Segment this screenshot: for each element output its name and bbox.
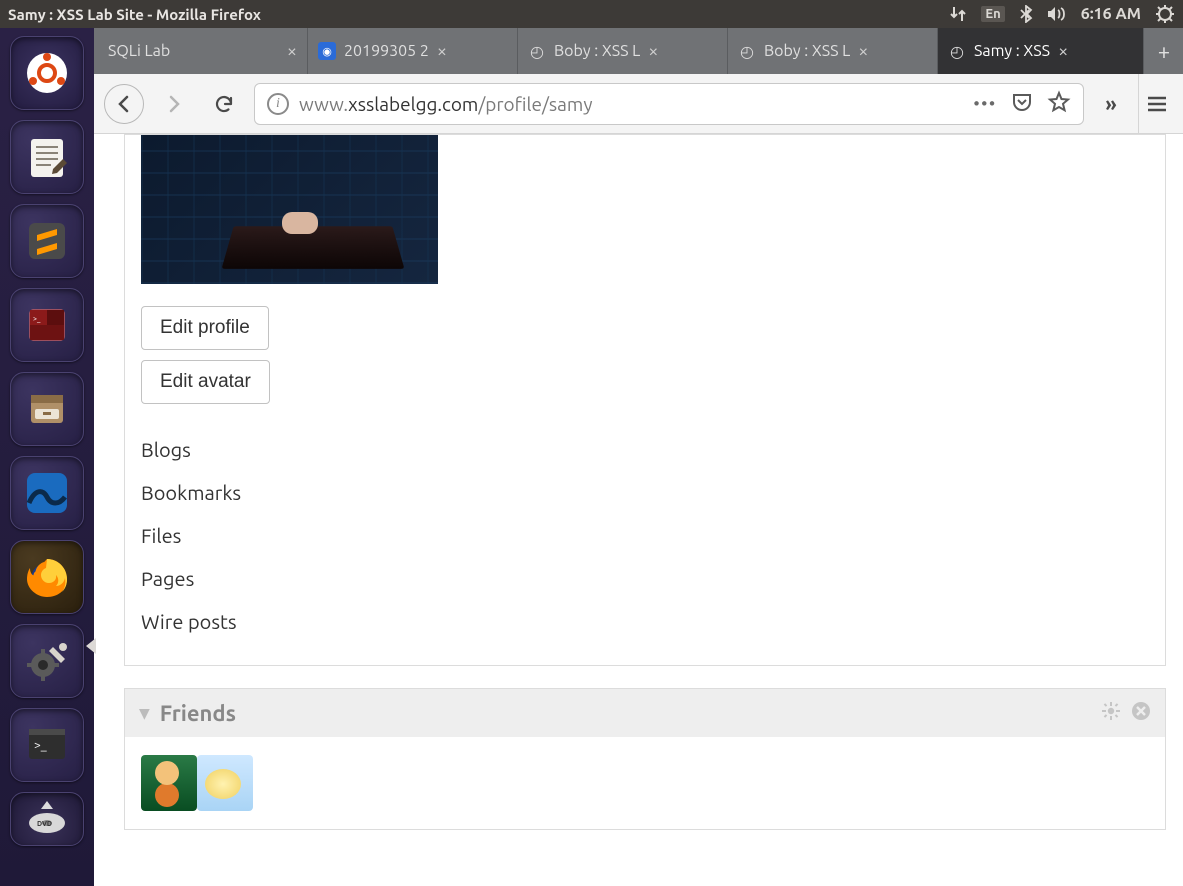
nav-toolbar: i www.xsslabelgg.com/profile/samy ••• »	[94, 74, 1183, 134]
url-prefix: www.	[299, 93, 348, 115]
sublime-text-icon[interactable]	[10, 204, 84, 278]
system-top-bar: Samy : XSS Lab Site - Mozilla Firefox En…	[0, 0, 1183, 28]
favicon-icon: ◴	[528, 42, 546, 60]
pocket-icon[interactable]	[1011, 91, 1033, 117]
firefox-icon[interactable]	[10, 540, 84, 614]
overflow-button[interactable]: »	[1094, 84, 1128, 124]
svg-text:DVD: DVD	[37, 820, 52, 828]
file-manager-icon[interactable]	[10, 372, 84, 446]
friends-header[interactable]: ▼ Friends	[125, 689, 1165, 737]
tab-20199305[interactable]: ◉ 20199305 2 ×	[308, 28, 518, 74]
unity-launcher: >_ >_ DVD	[0, 28, 94, 886]
gear-icon[interactable]	[1101, 701, 1121, 725]
forward-button[interactable]	[154, 84, 194, 124]
reload-button[interactable]	[204, 84, 244, 124]
clock[interactable]: 6:16 AM	[1081, 5, 1141, 23]
dash-home-icon[interactable]	[10, 36, 84, 110]
close-icon[interactable]: ×	[858, 42, 868, 60]
favicon-icon: ◴	[948, 42, 966, 60]
terminal-icon[interactable]: >_	[10, 708, 84, 782]
link-blogs[interactable]: Blogs	[141, 428, 461, 471]
text-editor-icon[interactable]	[10, 120, 84, 194]
edit-profile-button[interactable]: Edit profile	[141, 306, 269, 350]
link-bookmarks[interactable]: Bookmarks	[141, 471, 461, 514]
firefox-window: SQLi Lab × ◉ 20199305 2 × ◴ Boby : XSS L…	[94, 28, 1183, 886]
tab-strip: SQLi Lab × ◉ 20199305 2 × ◴ Boby : XSS L…	[94, 28, 1183, 74]
close-widget-icon[interactable]	[1131, 701, 1151, 725]
network-updown-icon[interactable]	[949, 5, 967, 23]
power-gear-icon[interactable]	[1155, 4, 1175, 24]
edit-avatar-button[interactable]: Edit avatar	[141, 360, 270, 404]
launcher-active-arrow	[86, 638, 96, 654]
tab-label: SQLi Lab	[108, 42, 170, 60]
system-indicators: En 6:16 AM	[949, 4, 1175, 24]
bookmark-star-icon[interactable]	[1047, 90, 1071, 118]
tab-label: Boby : XSS L	[764, 42, 850, 60]
tab-label: 20199305 2	[344, 42, 429, 60]
svg-text:>_: >_	[34, 739, 47, 752]
friends-heading: Friends	[160, 701, 1091, 726]
favicon-icon: ◴	[738, 42, 756, 60]
friend-avatar[interactable]	[141, 755, 197, 811]
site-info-icon[interactable]: i	[267, 93, 289, 115]
tab-sqli-lab[interactable]: SQLi Lab ×	[98, 28, 308, 74]
close-icon[interactable]: ×	[287, 42, 297, 60]
tab-boby-2[interactable]: ◴ Boby : XSS L ×	[728, 28, 938, 74]
close-icon[interactable]: ×	[437, 42, 447, 60]
tab-label: Boby : XSS L	[554, 42, 640, 60]
profile-sidebar: Edit profile Edit avatar Blogs Bookmarks…	[141, 135, 461, 643]
profile-widget: Edit profile Edit avatar Blogs Bookmarks…	[124, 134, 1166, 666]
keyboard-lang-indicator[interactable]: En	[981, 6, 1004, 22]
collapse-caret-icon[interactable]: ▼	[139, 705, 150, 722]
friends-list	[125, 737, 1165, 829]
bluetooth-icon[interactable]	[1019, 5, 1033, 23]
new-tab-button[interactable]: +	[1144, 28, 1183, 74]
url-path: /profile/samy	[478, 93, 592, 115]
favicon-icon: ◉	[318, 42, 336, 60]
svg-text:>_: >_	[33, 315, 41, 323]
system-settings-icon[interactable]	[10, 624, 84, 698]
back-button[interactable]	[104, 84, 144, 124]
profile-avatar-image[interactable]	[141, 135, 438, 284]
friend-avatar[interactable]	[197, 755, 253, 811]
link-pages[interactable]: Pages	[141, 557, 461, 600]
hamburger-menu-icon[interactable]	[1138, 74, 1174, 134]
profile-nav-list: Blogs Bookmarks Files Pages Wire posts	[141, 428, 461, 643]
window-title: Samy : XSS Lab Site - Mozilla Firefox	[8, 6, 949, 23]
tab-samy-active[interactable]: ◴ Samy : XSS ×	[938, 28, 1144, 74]
url-host: xsslabelgg.com	[348, 93, 478, 115]
wireshark-icon[interactable]	[10, 456, 84, 530]
page-content: Edit profile Edit avatar Blogs Bookmarks…	[94, 134, 1183, 886]
url-bar[interactable]: i www.xsslabelgg.com/profile/samy •••	[254, 83, 1084, 125]
volume-icon[interactable]	[1047, 6, 1067, 22]
close-icon[interactable]: ×	[648, 42, 658, 60]
url-text: www.xsslabelgg.com/profile/samy	[299, 93, 592, 115]
page-actions-icon[interactable]: •••	[974, 95, 997, 113]
link-wire-posts[interactable]: Wire posts	[141, 600, 461, 643]
terminator-icon[interactable]: >_	[10, 288, 84, 362]
close-icon[interactable]: ×	[1058, 42, 1068, 60]
disc-unmount-icon[interactable]: DVD	[10, 792, 84, 846]
tab-label: Samy : XSS	[974, 42, 1050, 60]
link-files[interactable]: Files	[141, 514, 461, 557]
friends-widget: ▼ Friends	[124, 688, 1166, 830]
tab-boby-1[interactable]: ◴ Boby : XSS L ×	[518, 28, 728, 74]
